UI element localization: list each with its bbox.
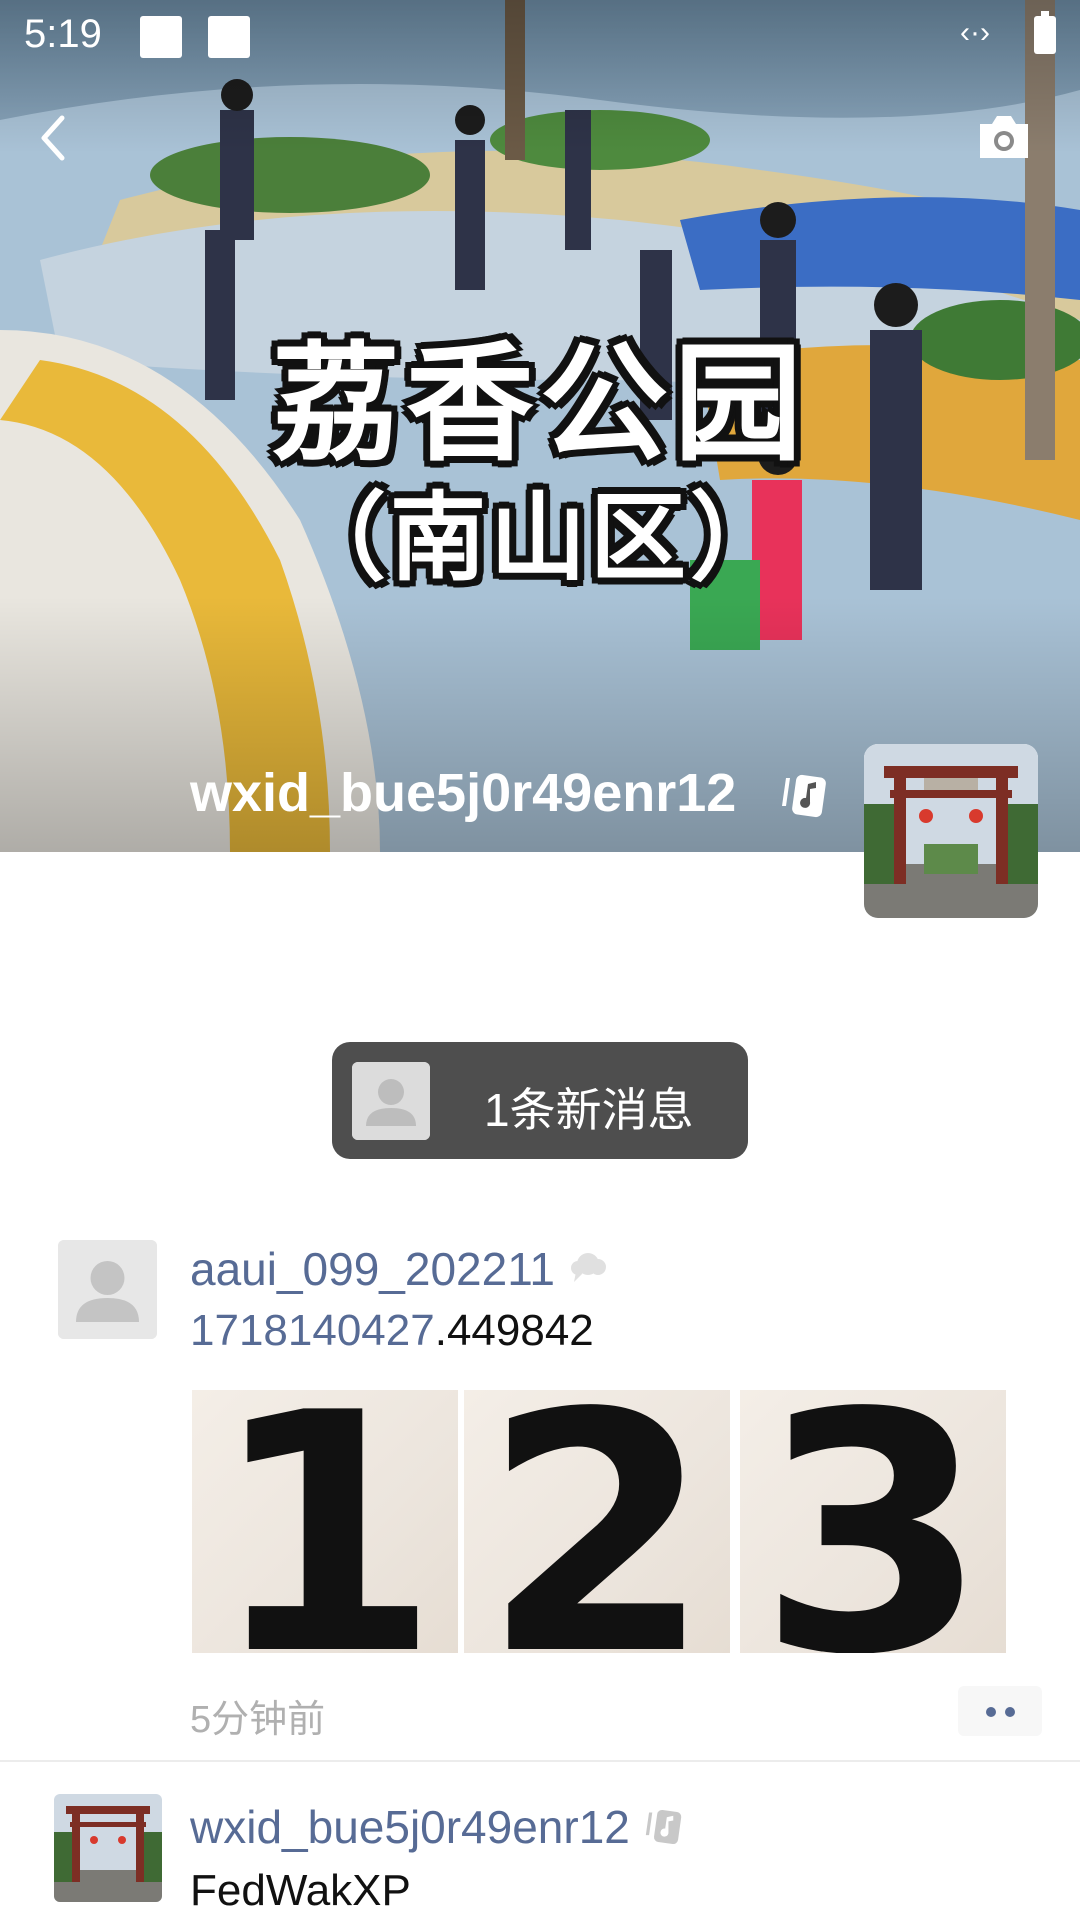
cover-photo[interactable]: 荔香公园 （南山区）	[0, 0, 1080, 852]
post-text-link[interactable]: 1718140427	[190, 1306, 435, 1355]
camera-icon	[980, 116, 1028, 158]
camera-button[interactable]	[976, 112, 1032, 162]
archway-photo	[54, 1794, 162, 1902]
music-note-icon	[782, 774, 826, 818]
default-avatar-icon	[58, 1240, 157, 1339]
post-avatar[interactable]	[58, 1240, 157, 1339]
status-time: 5:19	[24, 12, 102, 56]
notification-icon	[208, 16, 250, 58]
new-message-button[interactable]: 1条新消息	[332, 1042, 748, 1159]
profile-avatar[interactable]	[864, 744, 1038, 918]
music-note-icon	[645, 1809, 682, 1845]
new-message-label: 1条新消息	[484, 1084, 694, 1136]
post-text-rest: .449842	[434, 1306, 594, 1355]
post-image-digit: 2	[482, 1390, 712, 1653]
notification-icon	[140, 16, 182, 58]
more-dots-icon	[1005, 1707, 1015, 1717]
avatar	[352, 1062, 430, 1140]
post-image[interactable]: 2	[464, 1390, 730, 1653]
post-text: 1718140427.449842	[190, 1306, 594, 1356]
post-image-digit: 3	[758, 1390, 988, 1653]
more-options-button[interactable]	[958, 1686, 1042, 1736]
back-button[interactable]	[30, 108, 80, 168]
post-image-digit: 1	[210, 1390, 440, 1653]
more-dots-icon	[986, 1707, 996, 1717]
post-username[interactable]: wxid_bue5j0r49enr12	[190, 1800, 630, 1854]
post-image[interactable]: 3	[740, 1390, 1006, 1653]
status-bar: 5:19 ‹·›	[0, 0, 1080, 72]
cloud-icon	[571, 1253, 606, 1282]
post-image[interactable]: 1	[192, 1390, 458, 1653]
cover-title: 荔香公园	[271, 330, 808, 479]
battery-icon	[1034, 11, 1056, 54]
archway-photo	[864, 744, 1038, 918]
cover-subtitle: （南山区）	[290, 482, 790, 594]
post-username[interactable]: aaui_099_202211	[190, 1242, 555, 1296]
arrows-icon: ‹·›	[960, 16, 990, 49]
default-avatar-icon	[352, 1062, 430, 1140]
profile-nickname[interactable]: wxid_bue5j0r49enr12	[190, 762, 736, 824]
divider	[0, 1760, 1080, 1762]
post-timestamp: 5分钟前	[190, 1699, 326, 1741]
post-avatar[interactable]	[54, 1794, 162, 1902]
post-text: FedWakXP	[190, 1866, 411, 1915]
back-arrow-icon	[41, 115, 65, 161]
